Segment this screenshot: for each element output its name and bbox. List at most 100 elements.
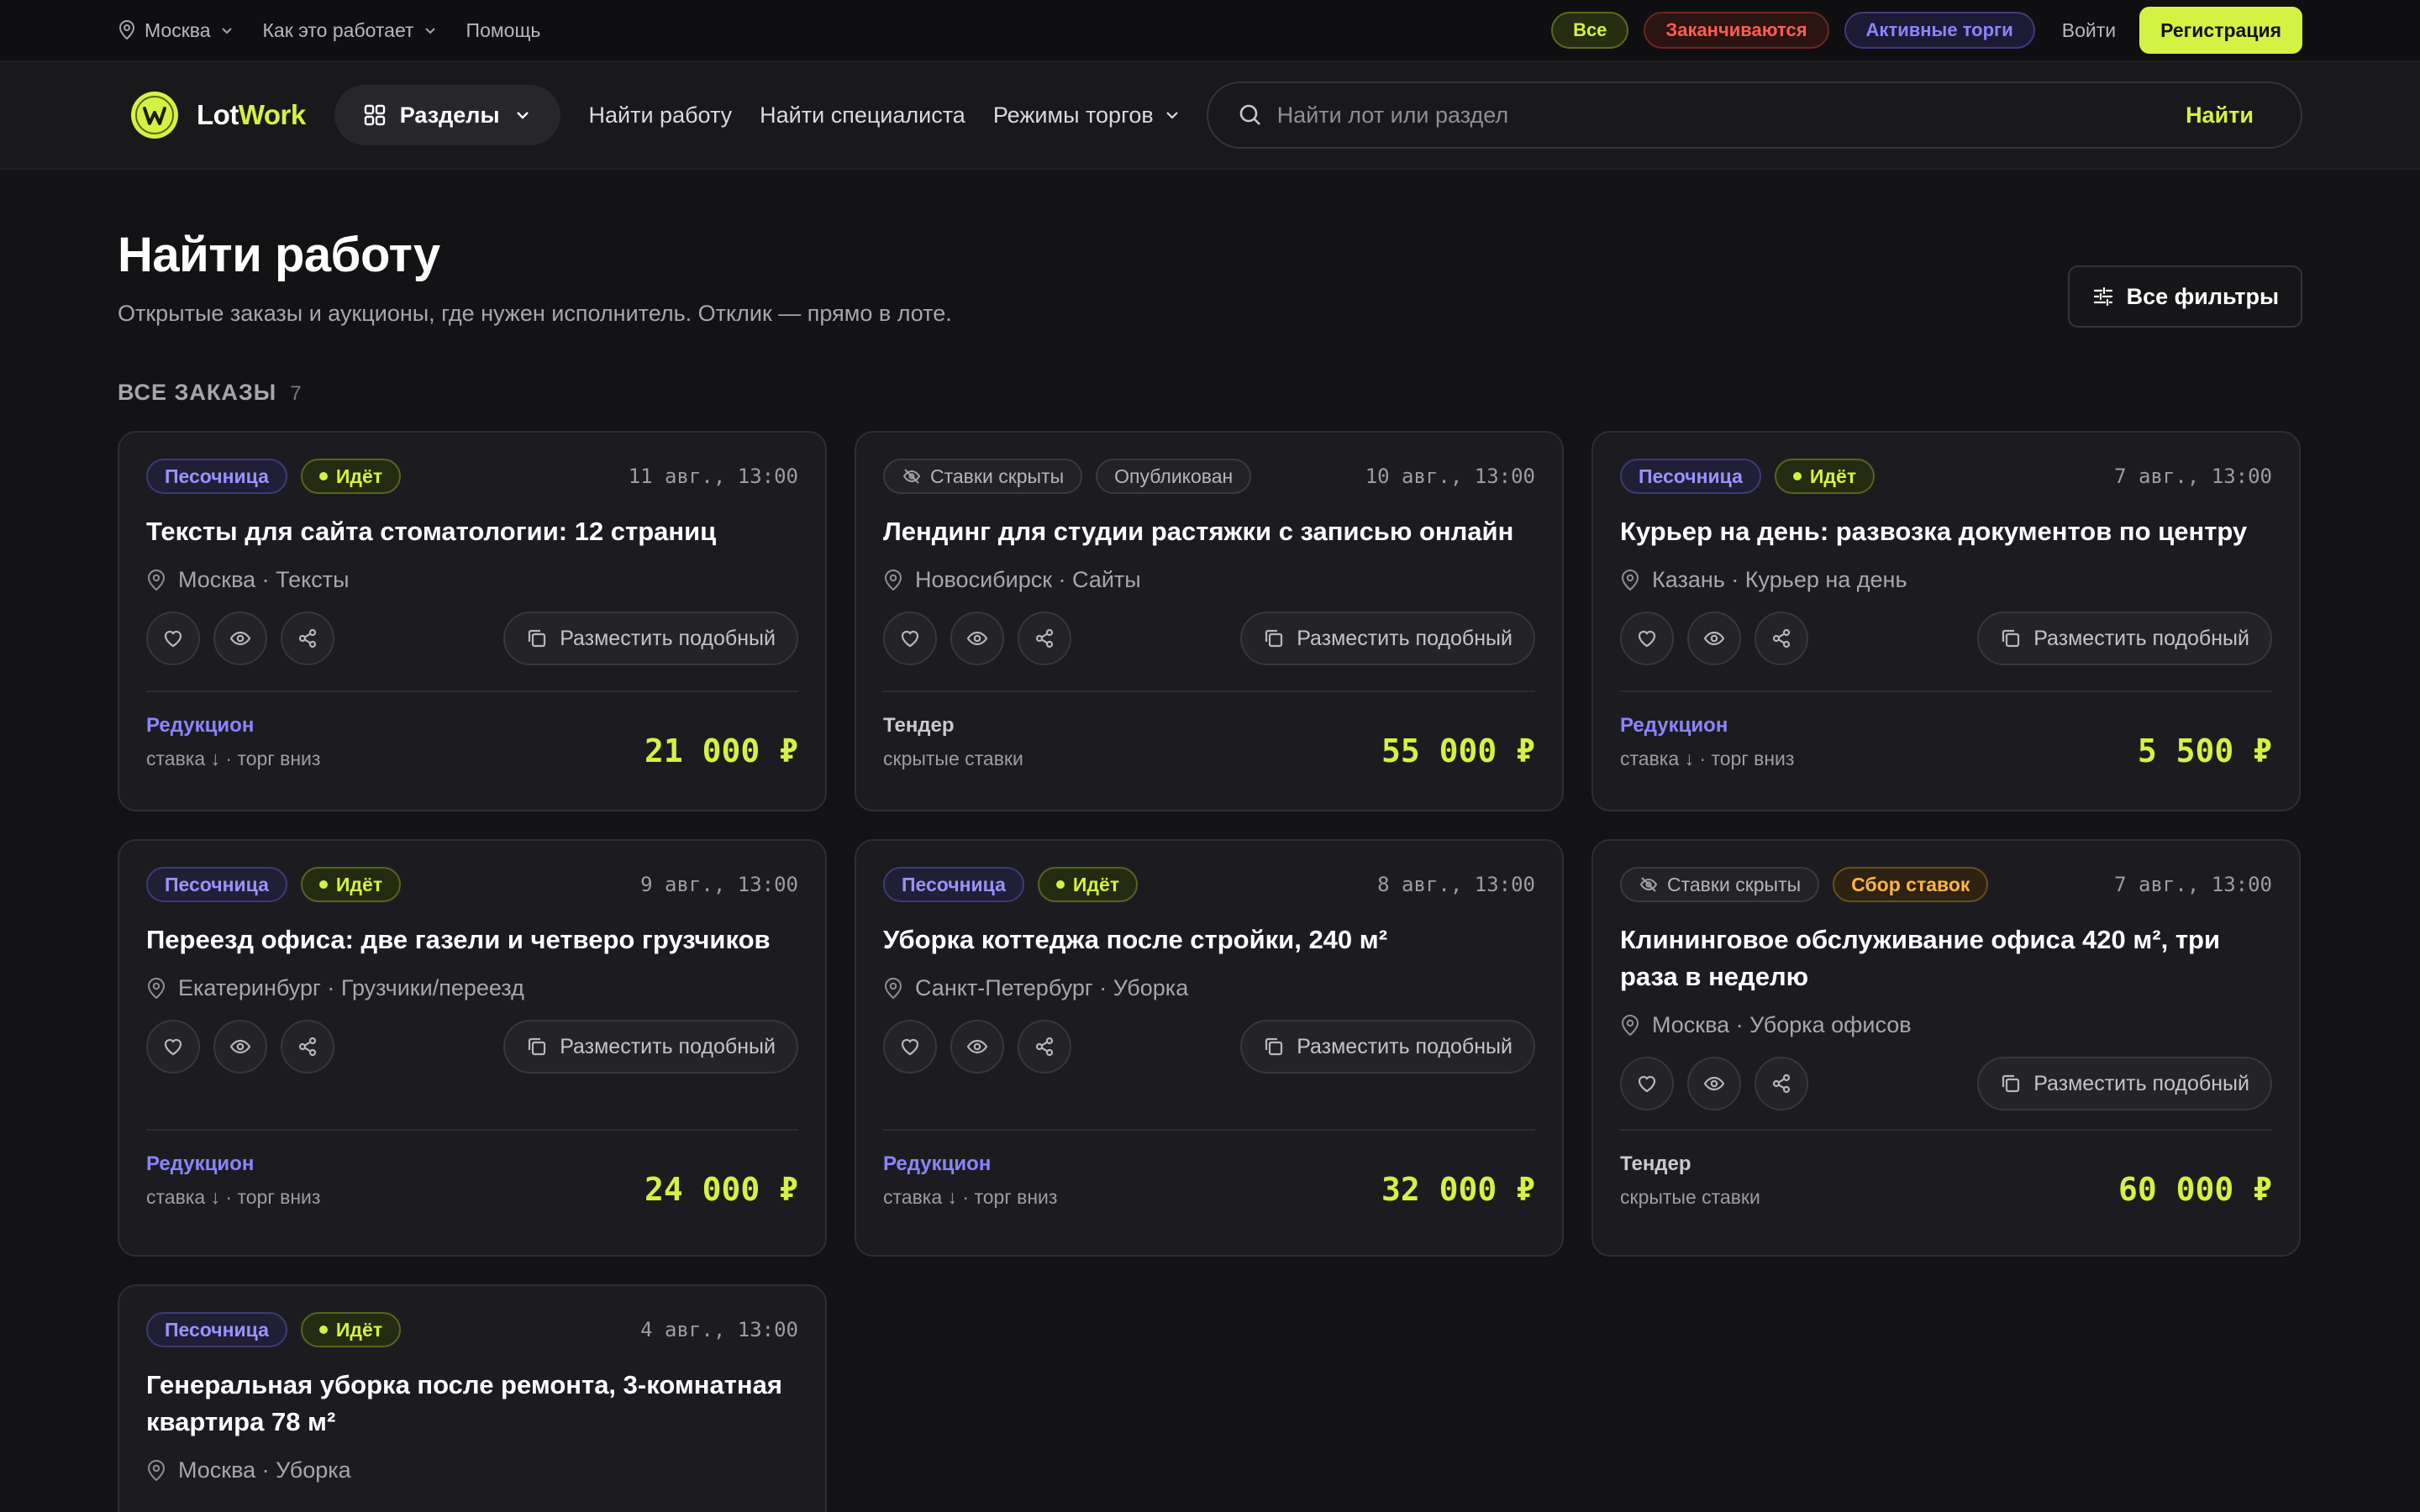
live-dot-icon <box>318 472 328 480</box>
order-card[interactable]: Песочница Идёт 11 авг., 13:00 Тексты для… <box>118 431 827 811</box>
tag-status-label: Идёт <box>335 873 383 895</box>
tag-hidden-label: Ставки скрыты <box>1667 873 1802 895</box>
card-tags: Песочница Идёт <box>146 1312 402 1347</box>
order-card[interactable]: Песочница Идёт 8 авг., 13:00 Уборка котт… <box>855 839 1564 1257</box>
top-bar-left: Москва Как это работает Помощь <box>118 19 569 42</box>
order-card[interactable]: Песочница Идёт 7 авг., 13:00 Курьер на д… <box>1591 431 2301 811</box>
card-title[interactable]: Клининговое обслуживание офиса 420 м², т… <box>1620 921 2272 995</box>
share-button[interactable] <box>1754 1057 1808 1110</box>
nav-find-work[interactable]: Найти работу <box>589 102 733 129</box>
card-price: 60 000 ₽ <box>2118 1170 2272 1208</box>
card-title[interactable]: Лендинг для студии растяжки с записью он… <box>883 513 1535 550</box>
filter-pill-all[interactable]: Все <box>1551 12 1629 49</box>
post-similar-button[interactable]: Разместить подобный <box>1240 1020 1535 1074</box>
card-meta: Санкт-Петербург · Уборка <box>883 975 1535 1001</box>
nav-find-specialist[interactable]: Найти специалиста <box>760 102 965 129</box>
sections-button[interactable]: Разделы <box>334 85 560 145</box>
share-icon <box>1770 627 1793 650</box>
search-bar[interactable]: Найти лот или раздел Найти <box>1206 81 2302 149</box>
tag-status-live: Идёт <box>1037 867 1139 902</box>
post-similar-button[interactable]: Разместить подобный <box>503 1020 798 1074</box>
watch-button[interactable] <box>1687 1057 1741 1110</box>
all-filters-button[interactable]: Все фильтры <box>2067 265 2302 328</box>
card-location: Казань · Курьер на день <box>1652 567 1907 592</box>
tag-sandbox: Песочница <box>883 867 1024 902</box>
live-dot-icon <box>318 1326 328 1334</box>
main-content: Найти работу Открытые заказы и аукционы,… <box>0 170 2420 1512</box>
share-button[interactable] <box>1018 612 1071 665</box>
trade-mode-desc: ставка ↓ · торг вниз <box>146 1186 321 1208</box>
favorite-button[interactable] <box>1620 1057 1674 1110</box>
filter-pill-ending[interactable]: Заканчиваются <box>1644 12 1829 49</box>
live-dot-icon <box>1792 472 1802 480</box>
order-card[interactable]: Ставки скрыты Опубликован 10 авг., 13:00… <box>855 431 1564 811</box>
share-button[interactable] <box>1018 1020 1071 1074</box>
sections-label: Разделы <box>399 102 500 128</box>
card-tags: Песочница Идёт <box>146 459 402 494</box>
help-label: Помощь <box>466 18 541 41</box>
orders-grid: Песочница Идёт 11 авг., 13:00 Тексты для… <box>118 431 2302 1512</box>
filter-pill-active[interactable]: Активные торги <box>1844 12 2035 49</box>
post-similar-label: Разместить подобный <box>2033 1071 2249 1095</box>
card-title[interactable]: Генеральная уборка после ремонта, 3-комн… <box>146 1367 798 1441</box>
copy-icon <box>1263 1036 1285 1058</box>
favorite-button[interactable] <box>146 612 200 665</box>
card-tags: Песочница Идёт <box>146 867 402 902</box>
post-similar-button[interactable]: Разместить подобный <box>1977 612 2272 665</box>
nav-trade-modes[interactable]: Режимы торгов <box>993 102 1181 129</box>
watch-button[interactable] <box>950 612 1004 665</box>
post-similar-button[interactable]: Разместить подобный <box>1977 1057 2272 1110</box>
watch-button[interactable] <box>1687 612 1741 665</box>
card-actions: Разместить подобный <box>146 612 798 665</box>
card-tags: Песочница Идёт <box>883 867 1139 902</box>
register-button[interactable]: Регистрация <box>2139 7 2302 54</box>
location-pin-icon <box>1620 569 1640 591</box>
search-input[interactable]: Найти лот или раздел <box>1277 102 2186 129</box>
post-similar-button[interactable]: Разместить подобный <box>503 612 798 665</box>
card-title[interactable]: Переезд офиса: две газели и четверо груз… <box>146 921 798 958</box>
favorite-button[interactable] <box>146 1020 200 1074</box>
card-tags: Песочница Идёт <box>1620 459 1876 494</box>
logo[interactable]: LotWork <box>129 90 306 140</box>
search-button[interactable]: Найти <box>2186 102 2254 129</box>
order-card[interactable]: Песочница Идёт 4 авг., 13:00 Генеральная… <box>118 1284 827 1512</box>
favorite-button[interactable] <box>883 1020 937 1074</box>
order-card[interactable]: Песочница Идёт 9 авг., 13:00 Переезд офи… <box>118 839 827 1257</box>
help-link[interactable]: Помощь <box>466 19 541 42</box>
login-link[interactable]: Войти <box>2062 19 2116 42</box>
top-bar-right: Все Заканчиваются Активные торги Войти Р… <box>1536 7 2302 54</box>
section-heading: ВСЕ ЗАКАЗЫ 7 <box>118 380 2302 406</box>
share-icon <box>1033 627 1056 650</box>
watch-button[interactable] <box>213 1020 267 1074</box>
card-title[interactable]: Уборка коттеджа после стройки, 240 м² <box>883 921 1535 958</box>
watch-button[interactable] <box>950 1020 1004 1074</box>
share-button[interactable] <box>281 1020 334 1074</box>
page-subtitle: Открытые заказы и аукционы, где нужен ис… <box>118 301 952 326</box>
copy-icon <box>2000 627 2022 649</box>
tag-sandbox: Песочница <box>146 459 287 494</box>
share-button[interactable] <box>1754 612 1808 665</box>
card-location: Москва · Уборка <box>178 1457 351 1483</box>
trade-mode-desc: ставка ↓ · торг вниз <box>146 748 321 769</box>
eye-icon <box>229 627 252 650</box>
share-button[interactable] <box>281 612 334 665</box>
post-similar-label: Разместить подобный <box>560 626 776 650</box>
favorite-button[interactable] <box>1620 612 1674 665</box>
tag-collecting-bids: Сбор ставок <box>1833 867 1989 902</box>
order-card[interactable]: Ставки скрыты Сбор ставок 7 авг., 13:00 … <box>1591 839 2301 1257</box>
watch-button[interactable] <box>213 612 267 665</box>
main-header: LotWork Разделы Найти работу Найти специ… <box>0 60 2420 170</box>
card-title[interactable]: Курьер на день: развозка документов по ц… <box>1620 513 2272 550</box>
city-selector[interactable]: Москва <box>118 19 234 42</box>
card-title[interactable]: Тексты для сайта стоматологии: 12 страни… <box>146 513 798 550</box>
copy-icon <box>526 1036 548 1058</box>
favorite-button[interactable] <box>883 612 937 665</box>
tag-status-label: Идёт <box>1809 465 1857 487</box>
location-pin-icon <box>883 977 903 1000</box>
how-it-works-menu[interactable]: Как это работает <box>263 19 438 42</box>
chevron-down-icon <box>513 106 532 124</box>
card-actions: Разместить подобный <box>883 1020 1535 1074</box>
card-meta: Москва · Уборка офисов <box>1620 1012 2272 1038</box>
card-date: 7 авг., 13:00 <box>2114 873 2272 896</box>
post-similar-button[interactable]: Разместить подобный <box>1240 612 1535 665</box>
